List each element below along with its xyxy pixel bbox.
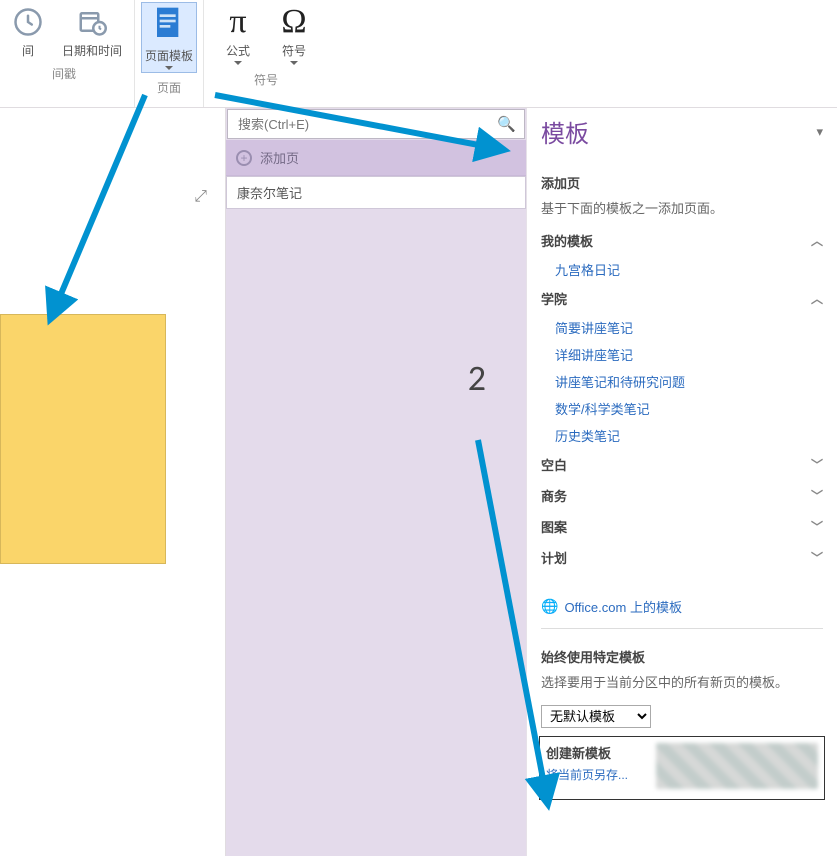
save-current-page-as-link[interactable]: 将当前页另存... <box>546 766 628 783</box>
template-category-design[interactable]: 图案 ﹀ <box>541 511 823 542</box>
chevron-up-icon: ︿ <box>811 290 823 307</box>
add-page-label: 添加页 <box>260 148 299 167</box>
chevron-down-icon: ﹀ <box>811 549 823 566</box>
sticky-note[interactable] <box>0 314 166 564</box>
template-category-label: 商务 <box>541 486 567 505</box>
calendar-clock-icon <box>74 4 110 40</box>
template-category-planners[interactable]: 计划 ﹀ <box>541 542 823 573</box>
template-link[interactable]: 讲座笔记和待研究问题 <box>541 368 823 395</box>
ribbon-btn-symbol-label: 符号 <box>282 42 306 59</box>
office-templates-link[interactable]: 🌐 Office.com 上的模板 <box>541 597 823 616</box>
add-page-hint: 基于下面的模板之一添加页面。 <box>541 198 823 217</box>
page-list: 康奈尔笔记 2 <box>226 176 526 856</box>
chevron-down-icon <box>234 61 242 65</box>
chevron-down-icon: ﹀ <box>811 456 823 473</box>
chevron-down-icon <box>290 61 298 65</box>
template-link[interactable]: 简要讲座笔记 <box>541 314 823 341</box>
template-category-my[interactable]: 我的模板 ︿ <box>541 225 823 256</box>
chevron-up-icon: ︿ <box>811 232 823 249</box>
note-canvas[interactable]: ⤢ <box>0 108 226 856</box>
template-category-label: 我的模板 <box>541 231 593 250</box>
template-category-academic[interactable]: 学院 ︿ <box>541 283 823 314</box>
plus-circle-icon: + <box>236 150 252 166</box>
ribbon-btn-formula[interactable]: π 公式 <box>210 2 266 65</box>
pi-icon: π <box>220 4 256 40</box>
ribbon-group-symbols: π 公式 Ω 符号 符号 <box>204 0 328 107</box>
pane-menu-chevron-icon[interactable]: ▾ <box>816 124 823 140</box>
search-box[interactable]: 🔍 <box>227 109 525 139</box>
ribbon-btn-datetime-label: 日期和时间 <box>62 42 122 59</box>
always-use-heading: 始终使用特定模板 <box>541 647 823 666</box>
always-use-hint: 选择要用于当前分区中的所有新页的模板。 <box>541 672 823 691</box>
chevron-down-icon: ﹀ <box>811 487 823 504</box>
template-category-label: 图案 <box>541 517 567 536</box>
obscured-region <box>656 743 818 789</box>
template-link[interactable]: 历史类笔记 <box>541 422 823 449</box>
templates-title: 模板 <box>541 114 816 149</box>
template-category-business[interactable]: 商务 ﹀ <box>541 480 823 511</box>
office-templates-label: Office.com 上的模板 <box>564 597 682 616</box>
create-new-template-box: 创建新模板 将当前页另存... <box>539 736 825 800</box>
add-page-heading: 添加页 <box>541 173 823 192</box>
chevron-down-icon: ﹀ <box>811 518 823 535</box>
ribbon-group-symbols-label: 符号 <box>254 71 278 88</box>
add-page-button[interactable]: + 添加页 <box>226 140 526 176</box>
page-list-item-title: 康奈尔笔记 <box>237 186 302 201</box>
template-link[interactable]: 数学/科学类笔记 <box>541 395 823 422</box>
annotation-number-2: 2 <box>468 356 486 400</box>
template-category-label: 空白 <box>541 455 567 474</box>
ribbon-btn-datetime[interactable]: 日期和时间 <box>56 2 128 59</box>
ribbon-btn-time[interactable]: 间 <box>0 2 56 59</box>
omega-icon: Ω <box>276 4 312 40</box>
templates-pane: 模板 ▾ 添加页 基于下面的模板之一添加页面。 我的模板 ︿ 九宫格日记 学院 … <box>526 108 837 856</box>
ribbon-btn-page-template-label: 页面模板 <box>145 47 193 64</box>
ribbon-group-page-label: 页面 <box>157 79 181 96</box>
create-new-heading: 创建新模板 <box>546 743 646 762</box>
template-category-label: 学院 <box>541 289 567 308</box>
template-link[interactable]: 详细讲座笔记 <box>541 341 823 368</box>
ribbon-group-page: 页面模板 页面 <box>135 0 204 107</box>
chevron-down-icon <box>165 66 173 70</box>
templates-body: 添加页 基于下面的模板之一添加页面。 我的模板 ︿ 九宫格日记 学院 ︿ 简要讲… <box>527 155 837 856</box>
search-input[interactable] <box>228 117 489 132</box>
ribbon: 间 日期和时间 间戳 页面模板 页面 <box>0 0 837 108</box>
ribbon-group-timestamp-label: 间戳 <box>52 65 76 82</box>
page-list-item[interactable]: 康奈尔笔记 <box>226 176 526 209</box>
ribbon-btn-formula-label: 公式 <box>226 42 250 59</box>
fullscreen-icon[interactable]: ⤢ <box>194 188 207 206</box>
always-use-section: 始终使用特定模板 选择要用于当前分区中的所有新页的模板。 无默认模板 <box>541 628 823 728</box>
ribbon-btn-symbol[interactable]: Ω 符号 <box>266 2 322 65</box>
search-icon[interactable]: 🔍 <box>489 115 524 133</box>
template-category-label: 计划 <box>541 548 567 567</box>
ribbon-btn-time-label: 间 <box>22 42 34 59</box>
ribbon-group-timestamp: 间 日期和时间 间戳 <box>0 0 135 107</box>
template-category-blank[interactable]: 空白 ﹀ <box>541 449 823 480</box>
page-template-icon <box>149 5 189 45</box>
clock-icon <box>10 4 46 40</box>
globe-icon: 🌐 <box>541 598 558 615</box>
page-list-column: 🔍 + 添加页 康奈尔笔记 2 <box>226 108 526 856</box>
ribbon-btn-page-template[interactable]: 页面模板 <box>141 2 197 73</box>
default-template-select[interactable]: 无默认模板 <box>541 705 651 728</box>
template-link[interactable]: 九宫格日记 <box>541 256 823 283</box>
templates-pane-header: 模板 ▾ <box>527 108 837 155</box>
